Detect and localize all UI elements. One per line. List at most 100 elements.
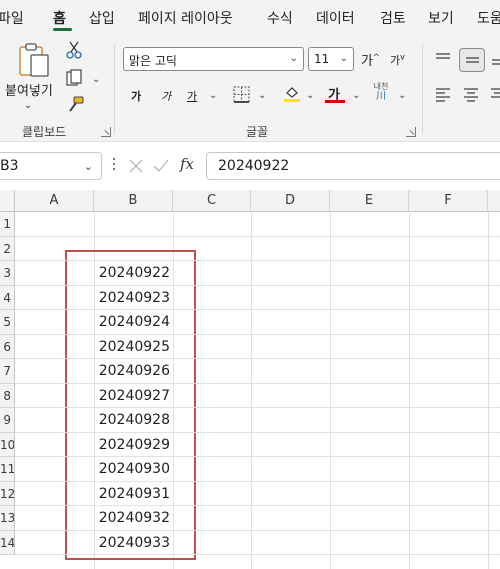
phonetic-guide-bottom: 川 — [376, 91, 386, 102]
cell-b14[interactable]: 20240933 — [94, 531, 174, 556]
phonetic-guide-button[interactable]: 내천 川 — [371, 82, 391, 102]
cell-b9[interactable]: 20240928 — [94, 408, 174, 433]
underline-button[interactable]: 가 — [187, 88, 197, 104]
cell-b4[interactable]: 20240923 — [94, 286, 174, 311]
row-header-1[interactable]: 1 — [0, 212, 15, 237]
row-gridline — [15, 431, 500, 433]
row-gridline — [15, 284, 500, 286]
align-left-icon[interactable] — [435, 88, 451, 102]
row-gridline — [15, 480, 500, 482]
align-center-icon[interactable] — [463, 88, 479, 102]
row-gridline — [15, 260, 500, 261]
row-header-9[interactable]: 9 — [0, 408, 15, 433]
tab-file[interactable]: 파일 — [0, 8, 24, 28]
cell-b5[interactable]: 20240924 — [94, 310, 174, 335]
font-name-combobox[interactable]: 맑은 고딕 ⌄ — [123, 47, 304, 71]
paste-dropdown-chevron-icon[interactable]: ⌄ — [24, 100, 32, 111]
column-header-e[interactable]: E — [330, 190, 409, 212]
row-header-12[interactable]: 12 — [0, 481, 15, 506]
tab-home[interactable]: 홈 — [53, 8, 66, 28]
row-gridline — [15, 456, 500, 457]
row-gridline — [15, 407, 500, 408]
align-right-icon[interactable] — [491, 88, 500, 102]
paste-button-label[interactable]: 붙여넣기 — [5, 80, 53, 99]
cell-b11[interactable]: 20240930 — [94, 457, 174, 482]
row-header-4[interactable]: 4 — [0, 285, 15, 310]
cancel-icon[interactable] — [129, 159, 143, 173]
cell-b6[interactable]: 20240925 — [94, 335, 174, 360]
font-color-chevron-icon[interactable]: ⌄ — [352, 90, 360, 101]
phonetic-chevron-icon[interactable]: ⌄ — [398, 90, 406, 101]
font-size-value: 11 — [314, 52, 330, 66]
font-dialog-launcher-icon[interactable] — [406, 127, 416, 137]
cell-b13[interactable]: 20240932 — [94, 506, 174, 531]
formula-bar-grip-icon[interactable] — [113, 158, 116, 174]
clipboard-dialog-launcher-icon[interactable] — [101, 127, 111, 137]
row-header-7[interactable]: 7 — [0, 359, 15, 384]
row-gridline — [15, 505, 500, 506]
row-gridline — [15, 382, 500, 384]
align-top-icon[interactable] — [435, 52, 451, 66]
copy-icon[interactable] — [66, 69, 84, 87]
tab-formulas[interactable]: 수식 — [267, 8, 293, 28]
tab-view[interactable]: 보기 — [428, 8, 454, 28]
row-gridline — [15, 358, 500, 359]
row-header-2[interactable]: 2 — [0, 236, 15, 261]
column-header-g[interactable] — [488, 190, 500, 212]
clipboard-group-label: 클립보드 — [22, 125, 67, 139]
row-header-14[interactable]: 14 — [0, 530, 15, 555]
row-header-6[interactable]: 6 — [0, 334, 15, 359]
font-group-label: 글꼴 — [246, 125, 269, 139]
copy-dropdown-chevron-icon[interactable]: ⌄ — [92, 74, 100, 85]
bold-button[interactable]: 가 — [131, 88, 141, 104]
borders-icon[interactable] — [233, 86, 250, 103]
align-middle-button[interactable] — [459, 48, 485, 72]
underline-chevron-icon[interactable]: ⌄ — [209, 90, 217, 101]
column-header-a[interactable]: A — [15, 190, 94, 212]
align-bottom-icon[interactable] — [491, 52, 500, 66]
font-name-chevron-icon[interactable]: ⌄ — [290, 53, 298, 64]
font-size-combobox[interactable]: 11 ⌄ — [308, 47, 354, 71]
enter-check-icon[interactable] — [153, 159, 169, 173]
italic-button[interactable]: 가 — [161, 88, 171, 104]
cell-b10[interactable]: 20240929 — [94, 433, 174, 458]
insert-function-button[interactable]: fx — [180, 155, 194, 173]
row-header-10[interactable]: 10 — [0, 432, 15, 457]
row-header-11[interactable]: 11 — [0, 457, 15, 482]
row-gridline — [15, 529, 500, 531]
borders-chevron-icon[interactable]: ⌄ — [258, 90, 266, 101]
name-box-chevron-icon[interactable]: ⌄ — [84, 160, 93, 173]
row-header-3[interactable]: 3 — [0, 261, 15, 286]
paste-icon[interactable] — [18, 42, 50, 78]
formula-input[interactable]: 20240922 — [206, 152, 500, 180]
tab-help[interactable]: 도움 — [477, 8, 500, 28]
worksheet-grid[interactable]: A B C D E F 1 2 3 4 5 6 7 8 9 10 11 12 13 14 20240922 2… — [0, 190, 500, 569]
row-gridline — [15, 309, 500, 310]
row-header-8[interactable]: 8 — [0, 383, 15, 408]
row-header-13[interactable]: 13 — [0, 506, 15, 531]
font-size-chevron-icon[interactable]: ⌄ — [340, 53, 348, 64]
tab-insert[interactable]: 삽입 — [89, 8, 115, 28]
column-header-f[interactable]: F — [409, 190, 488, 212]
format-painter-icon[interactable] — [66, 96, 84, 114]
column-header-b[interactable]: B — [94, 190, 173, 212]
tab-review[interactable]: 검토 — [380, 8, 406, 28]
row-header-5[interactable]: 5 — [0, 310, 15, 335]
tab-page-layout[interactable]: 페이지 레이아웃 — [138, 8, 233, 28]
select-all-corner[interactable] — [0, 190, 15, 212]
cell-b8[interactable]: 20240927 — [94, 384, 174, 409]
fill-color-chevron-icon[interactable]: ⌄ — [306, 90, 314, 101]
cell-b3[interactable]: 20240922 — [94, 261, 174, 286]
fill-color-icon[interactable] — [283, 84, 301, 102]
column-header-d[interactable]: D — [251, 190, 330, 212]
column-header-c[interactable]: C — [173, 190, 251, 212]
ribbon: 붙여넣기 ⌄ ⌄ 클립보드 맑은 고딕 ⌄ 11 ⌄ 가^ 가v 가 가 가 ⌄… — [0, 34, 500, 142]
increase-font-size-button[interactable]: 가^ — [361, 50, 380, 69]
tab-data[interactable]: 데이터 — [316, 8, 355, 28]
row-gridline — [15, 333, 500, 335]
cut-icon[interactable] — [66, 41, 82, 59]
name-box[interactable]: B3 ⌄ — [0, 152, 102, 180]
decrease-font-size-button[interactable]: 가v — [390, 52, 405, 68]
cell-b12[interactable]: 20240931 — [94, 482, 174, 507]
cell-b7[interactable]: 20240926 — [94, 359, 174, 384]
